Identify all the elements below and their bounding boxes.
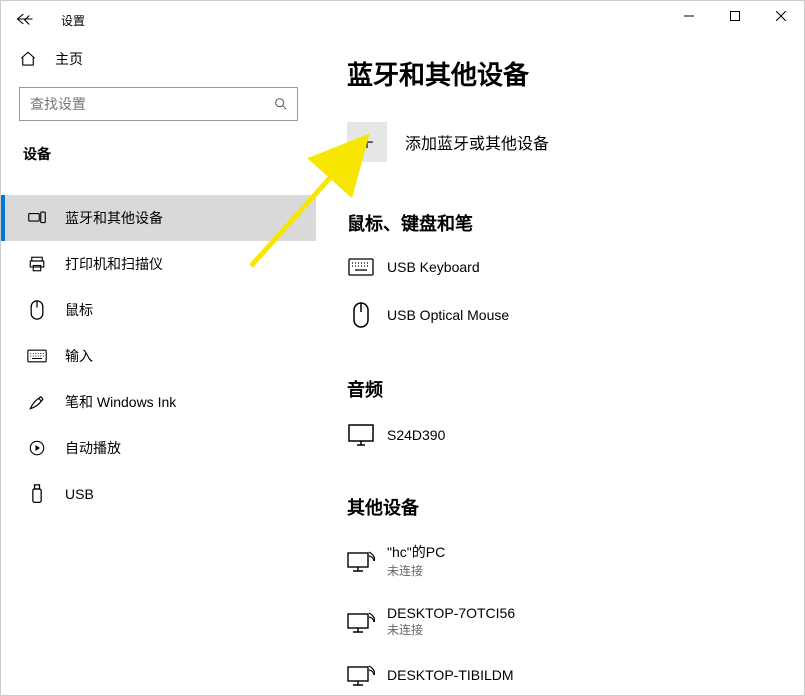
pc-wireless-icon	[347, 550, 375, 572]
device-status: 未连接	[387, 621, 515, 638]
search-box[interactable]	[19, 87, 298, 121]
section-heading: 音频	[347, 376, 774, 402]
plus-icon	[358, 133, 376, 151]
nav-list: 蓝牙和其他设备 打印机和扫描仪 鼠标 输入 笔和 Windows Ink 自动播	[1, 195, 316, 517]
minimize-button[interactable]	[666, 1, 712, 31]
nav-item-label: 自动播放	[65, 438, 121, 458]
nav-item-label: 笔和 Windows Ink	[65, 392, 176, 412]
search-icon	[273, 96, 289, 112]
add-device-label: 添加蓝牙或其他设备	[405, 130, 549, 154]
nav-item-label: 打印机和扫描仪	[65, 254, 163, 274]
window-controls	[666, 1, 804, 31]
page-title: 蓝牙和其他设备	[347, 55, 774, 92]
section-heading: 鼠标、键盘和笔	[347, 210, 774, 236]
device-name: USB Optical Mouse	[387, 307, 509, 323]
pc-wireless-icon	[347, 664, 375, 686]
nav-typing[interactable]: 输入	[1, 333, 316, 379]
nav-autoplay[interactable]: 自动播放	[1, 425, 316, 471]
window-title: 设置	[61, 12, 85, 29]
section-heading: 其他设备	[347, 494, 774, 520]
home-label: 主页	[55, 49, 83, 69]
keyboard-device-icon	[347, 258, 375, 276]
device-name: DESKTOP-7OTCI56	[387, 605, 515, 621]
main: 蓝牙和其他设备 添加蓝牙或其他设备 鼠标、键盘和笔 USB Keyboard U…	[317, 37, 804, 695]
nav-usb[interactable]: USB	[1, 471, 316, 517]
back-button[interactable]	[15, 8, 39, 32]
titlebar: 设置	[1, 1, 804, 37]
device-status: 未连接	[387, 562, 445, 579]
nav-item-label: 输入	[65, 346, 93, 366]
devices-icon	[27, 211, 47, 225]
monitor-icon	[347, 424, 375, 446]
device-row[interactable]: USB Keyboard	[347, 252, 774, 296]
pc-wireless-icon	[347, 611, 375, 633]
home-icon	[19, 50, 37, 68]
add-device-button[interactable]: 添加蓝牙或其他设备	[347, 122, 774, 162]
device-name: S24D390	[387, 427, 445, 443]
content: 主页 设备 蓝牙和其他设备 打印机和扫描仪 鼠标 输入	[1, 37, 804, 695]
close-icon	[776, 11, 786, 21]
autoplay-icon	[27, 439, 47, 457]
mouse-icon	[27, 300, 47, 320]
device-row[interactable]: DESKTOP-TIBILDM	[347, 658, 774, 695]
sidebar: 主页 设备 蓝牙和其他设备 打印机和扫描仪 鼠标 输入	[1, 37, 317, 695]
minimize-icon	[684, 11, 694, 21]
pen-icon	[27, 393, 47, 411]
maximize-button[interactable]	[712, 1, 758, 31]
device-row[interactable]: DESKTOP-7OTCI56 未连接	[347, 599, 774, 658]
nav-printers[interactable]: 打印机和扫描仪	[1, 241, 316, 287]
nav-bluetooth-devices[interactable]: 蓝牙和其他设备	[1, 195, 316, 241]
nav-item-label: 鼠标	[65, 300, 93, 320]
maximize-icon	[730, 11, 740, 21]
nav-mouse[interactable]: 鼠标	[1, 287, 316, 333]
add-tile	[347, 122, 387, 162]
sidebar-section-header: 设备	[1, 139, 316, 169]
device-row[interactable]: "hc"的PC 未连接	[347, 536, 774, 599]
nav-pen[interactable]: 笔和 Windows Ink	[1, 379, 316, 425]
search-input[interactable]	[30, 96, 273, 112]
keyboard-icon	[27, 349, 47, 363]
device-name: DESKTOP-TIBILDM	[387, 667, 514, 683]
device-row[interactable]: USB Optical Mouse	[347, 296, 774, 348]
usb-icon	[27, 484, 47, 504]
nav-item-label: USB	[65, 486, 94, 502]
mouse-device-icon	[347, 302, 375, 328]
device-name: USB Keyboard	[387, 259, 480, 275]
device-name: "hc"的PC	[387, 542, 445, 562]
home-button[interactable]: 主页	[1, 39, 316, 79]
device-row[interactable]: S24D390	[347, 418, 774, 466]
printer-icon	[27, 255, 47, 273]
nav-item-label: 蓝牙和其他设备	[65, 208, 163, 228]
close-button[interactable]	[758, 1, 804, 31]
